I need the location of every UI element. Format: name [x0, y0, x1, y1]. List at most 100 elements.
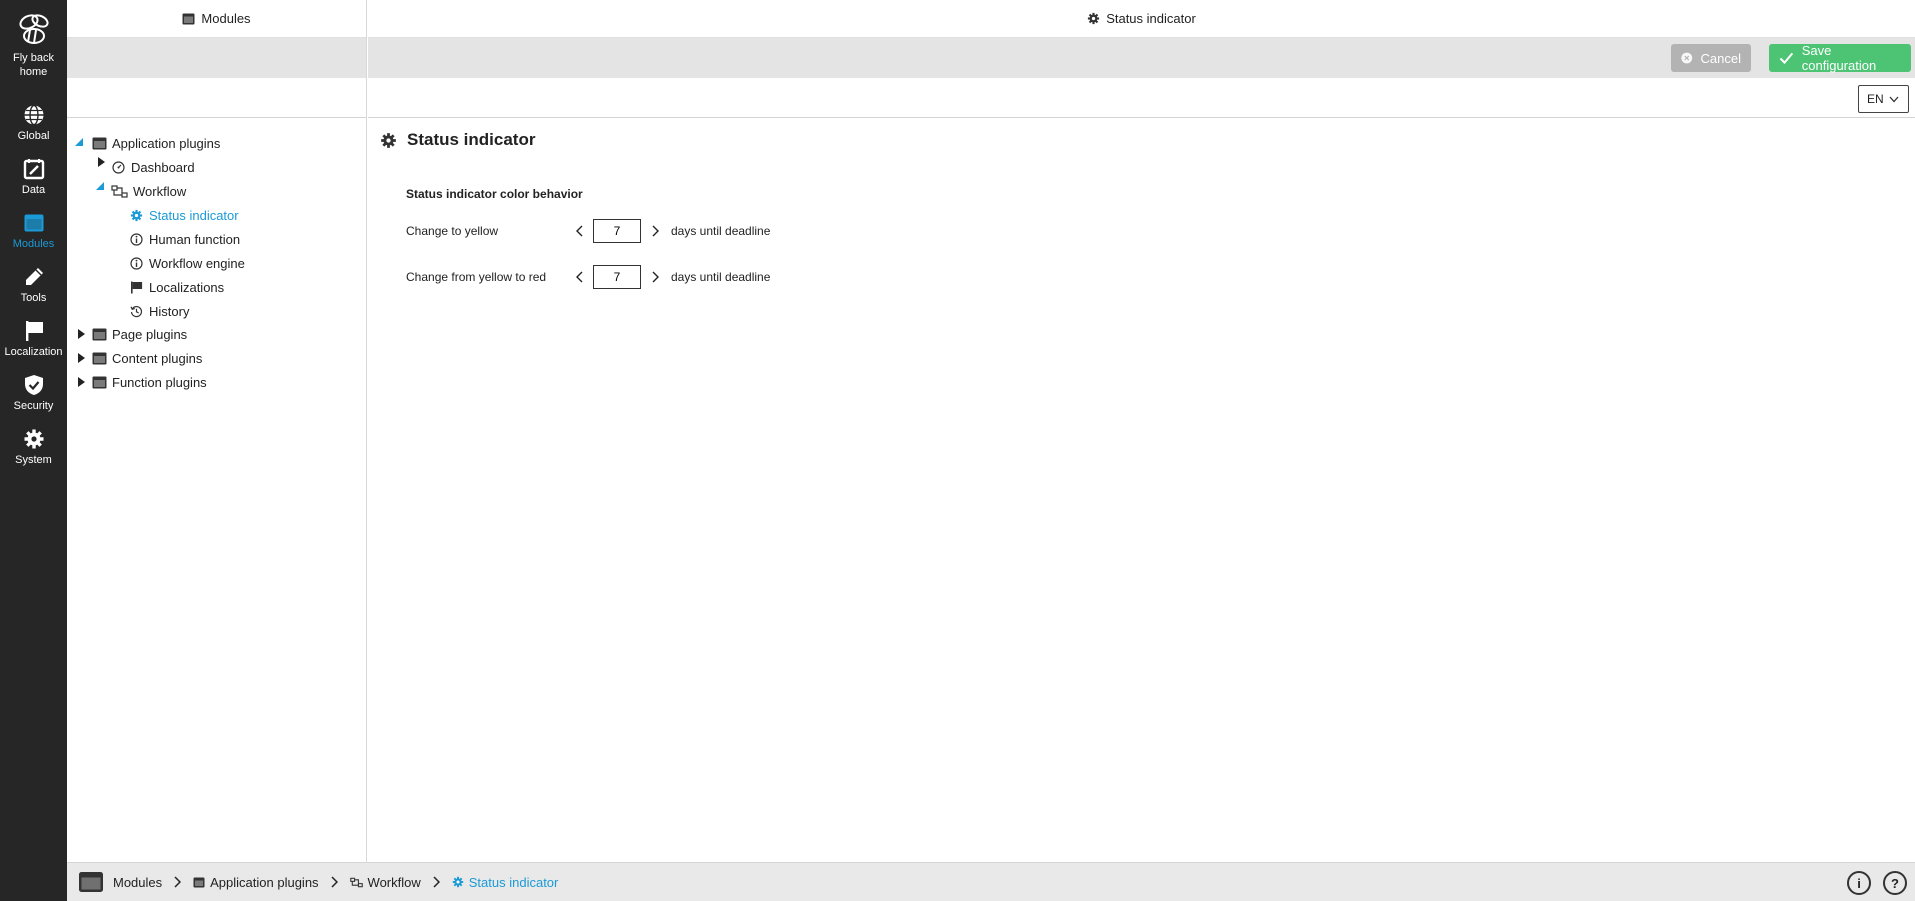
tree-item-page-plugins[interactable]: Page plugins — [91, 324, 187, 344]
info-button[interactable]: i — [1847, 871, 1871, 895]
tree-item-status-indicator[interactable]: Status indicator — [128, 205, 239, 225]
tree-item-label: Function plugins — [112, 374, 207, 390]
gear-icon — [128, 207, 144, 223]
tree-item-history[interactable]: History — [128, 301, 189, 321]
language-bar: EN — [368, 78, 1915, 118]
flag-icon — [128, 279, 144, 295]
nav-system[interactable]: System — [0, 428, 67, 467]
expanded-toggle[interactable] — [74, 137, 84, 147]
tree-item-label: History — [149, 303, 190, 319]
nav-modules-label: Modules — [12, 238, 55, 250]
checkmark-icon — [1779, 52, 1794, 65]
nav-home-label: Fly back home — [13, 52, 54, 78]
nav-security-label: Security — [13, 400, 54, 412]
tree-item-application-plugins[interactable]: Application plugins — [91, 133, 220, 153]
language-select[interactable]: EN — [1858, 85, 1909, 113]
nav-security[interactable]: Security — [0, 374, 67, 413]
breadcrumb-application-plugins[interactable]: Application plugins — [193, 874, 319, 890]
row-suffix: days until deadline — [671, 270, 771, 284]
breadcrumb-label: Application plugins — [210, 874, 319, 890]
save-configuration-button[interactable]: Save configuration — [1769, 43, 1911, 73]
tree-item-label: Human function — [149, 231, 241, 247]
module-window-icon — [91, 326, 107, 342]
tree-item-label: Application plugins — [112, 135, 221, 151]
decrement-button[interactable] — [573, 221, 585, 241]
triangle-expanded-icon — [75, 138, 83, 146]
row-change-to-yellow: Change to yellow days until deadline — [406, 219, 770, 243]
dashboard-gauge-icon — [110, 159, 126, 175]
nav-data[interactable]: Data — [0, 158, 67, 197]
tree-item-dashboard[interactable]: Dashboard — [110, 157, 195, 177]
tree-item-function-plugins[interactable]: Function plugins — [91, 372, 207, 392]
increment-button[interactable] — [649, 221, 661, 241]
help-button[interactable]: ? — [1883, 871, 1907, 895]
breadcrumb-label: Workflow — [367, 874, 421, 890]
history-icon — [128, 303, 144, 319]
tree-item-content-plugins[interactable]: Content plugins — [91, 348, 202, 368]
chevron-right-icon — [652, 271, 659, 283]
chevron-right-icon — [331, 876, 338, 888]
days-input-red[interactable] — [593, 265, 641, 289]
tree-item-label: Workflow — [133, 183, 187, 199]
nav-system-label: System — [15, 454, 52, 466]
module-window-icon — [182, 13, 195, 24]
footer-actions: i ? — [1847, 871, 1907, 895]
tree-item-label: Dashboard — [131, 159, 195, 175]
collapsed-toggle[interactable] — [96, 157, 106, 167]
flag-icon — [25, 321, 43, 341]
workflow-icon — [110, 183, 128, 199]
tree-item-label: Localizations — [149, 279, 225, 295]
tree-item-workflow[interactable]: Workflow — [110, 181, 186, 201]
decrement-button[interactable] — [573, 267, 585, 287]
breadcrumb-status-indicator[interactable]: Status indicator — [452, 875, 558, 890]
tree-item-label: Content plugins — [112, 350, 203, 366]
tree-item-label: Status indicator — [149, 207, 239, 223]
cancel-button[interactable]: Cancel — [1671, 44, 1751, 72]
module-window-icon — [193, 877, 205, 887]
main-header-title: Status indicator — [1106, 11, 1196, 26]
workflow-icon — [349, 877, 363, 887]
close-circle-icon — [1681, 52, 1693, 64]
breadcrumb-modules[interactable]: Modules — [78, 871, 162, 893]
days-input-yellow[interactable] — [593, 219, 641, 243]
page-title-text: Status indicator — [407, 130, 536, 149]
nav-fly-back-home[interactable]: Fly back home — [0, 12, 67, 79]
expanded-toggle[interactable] — [95, 181, 105, 191]
chevron-right-icon — [433, 876, 440, 888]
globe-icon — [24, 104, 43, 126]
nav-localization[interactable]: Localization — [0, 320, 67, 359]
module-window-icon — [24, 214, 43, 232]
info-icon: i — [1857, 875, 1861, 891]
tree-filter-bar — [67, 78, 366, 118]
row-label: Change from yellow to red — [406, 270, 547, 284]
nav-tools[interactable]: Tools — [0, 266, 67, 305]
breadcrumb: Modules Application plugins Workflow Sta… — [67, 862, 1915, 901]
bee-logo-icon — [18, 14, 49, 44]
nav-localization-label: Localization — [4, 346, 63, 358]
triangle-collapsed-icon — [77, 329, 85, 339]
collapsed-toggle[interactable] — [76, 353, 86, 363]
main-panel: Status indicator Cancel Save configurati… — [368, 0, 1915, 862]
triangle-collapsed-icon — [77, 377, 85, 387]
tree-panel-title: Modules — [201, 11, 251, 26]
save-button-label: Save configuration — [1801, 43, 1877, 73]
shield-check-icon — [24, 375, 43, 395]
chevron-left-icon — [575, 271, 582, 283]
tree-item-human-function[interactable]: Human function — [128, 229, 240, 249]
tree-item-workflow-engine[interactable]: Workflow engine — [128, 253, 245, 273]
breadcrumb-workflow[interactable]: Workflow — [349, 874, 421, 890]
increment-button[interactable] — [649, 267, 661, 287]
collapsed-toggle[interactable] — [76, 329, 86, 339]
nav-modules[interactable]: Modules — [0, 212, 67, 251]
nav-global[interactable]: Global — [0, 104, 67, 143]
tree-panel-header: Modules — [67, 0, 366, 38]
nav-tools-label: Tools — [20, 292, 47, 304]
chevron-right-icon — [652, 225, 659, 237]
collapsed-toggle[interactable] — [76, 377, 86, 387]
chevron-down-icon — [1889, 96, 1899, 102]
tree-item-label: Workflow engine — [149, 255, 245, 271]
tree-item-localizations[interactable]: Localizations — [128, 277, 224, 297]
left-navigation: Fly back home Global Data Modules Tools … — [0, 0, 67, 901]
cancel-button-label: Cancel — [1700, 50, 1741, 66]
breadcrumb-label: Modules — [113, 874, 163, 890]
